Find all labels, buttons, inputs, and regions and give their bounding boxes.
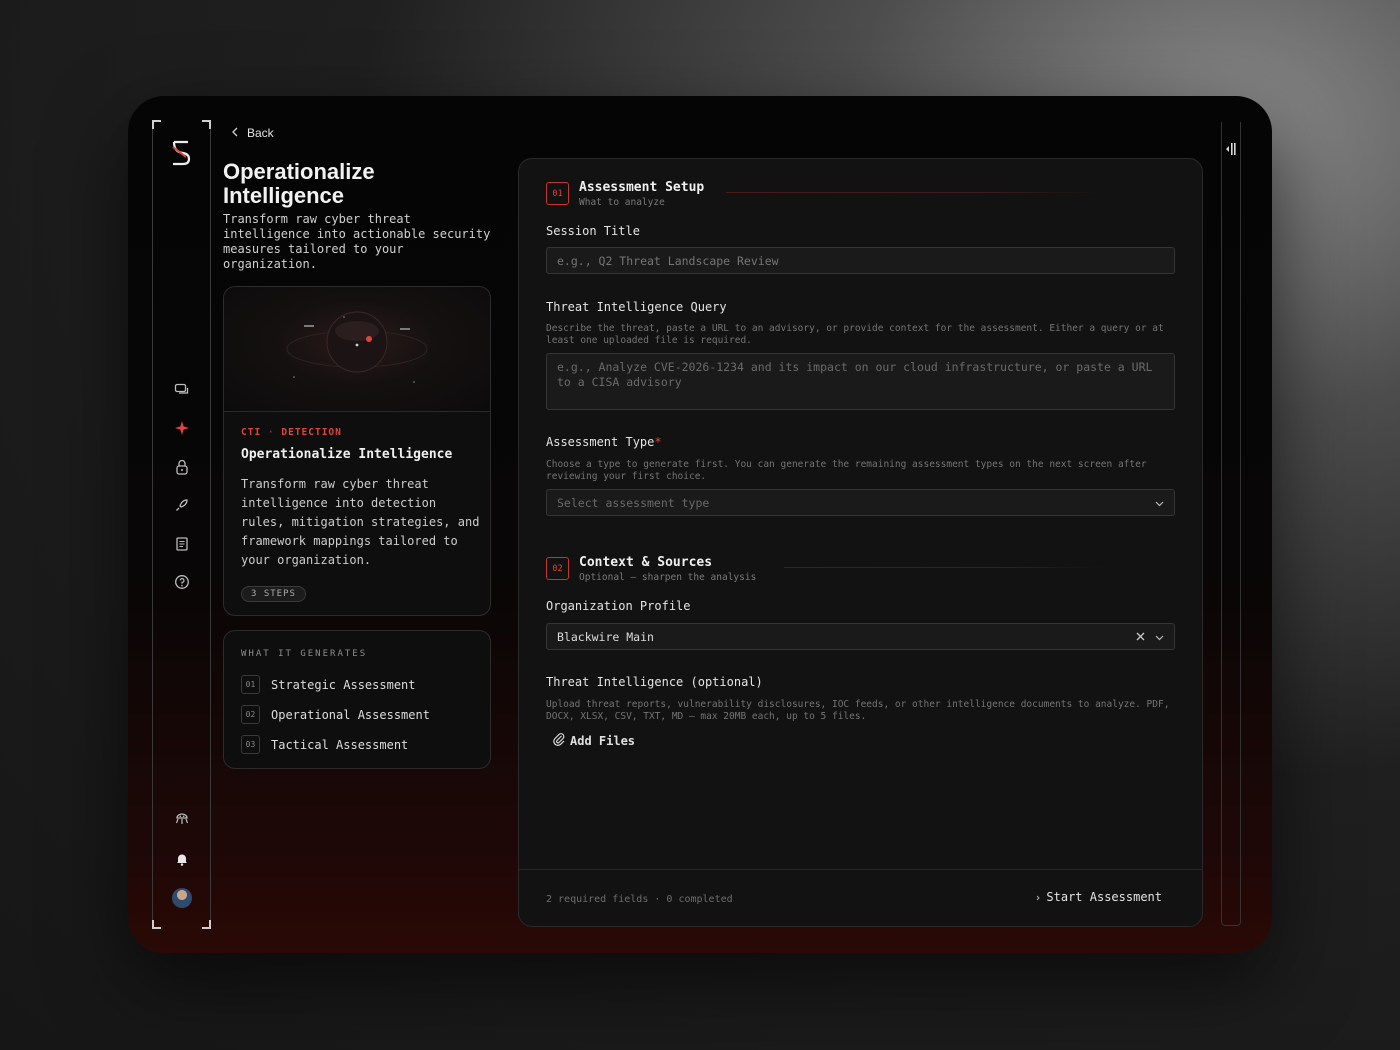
section-title: Assessment Setup	[579, 180, 705, 195]
module-tag: CTI · DETECTION	[241, 427, 342, 438]
generates-item: 03 Tactical Assessment	[241, 735, 408, 754]
help-icon[interactable]	[172, 572, 192, 592]
back-label: Back	[247, 126, 274, 140]
session-title-label: Session Title	[546, 224, 640, 238]
page-title: Operationalize Intelligence	[223, 159, 375, 208]
form-status: 2 required fields · 0 completed	[546, 894, 733, 905]
start-assessment-button[interactable]: Start Assessment	[1036, 890, 1162, 904]
document-icon[interactable]	[172, 534, 192, 554]
sparkle-icon[interactable]	[172, 418, 192, 438]
threat-query-help: Describe the threat, paste a URL to an a…	[546, 323, 1164, 346]
assessment-form: 01 Assessment Setup What to analyze Sess…	[518, 158, 1203, 927]
assessment-type-select[interactable]: Select assessment type	[546, 489, 1175, 516]
threat-files-label: Threat Intelligence (optional)	[546, 675, 763, 689]
generates-heading: WHAT IT GENERATES	[241, 649, 368, 659]
section-divider	[726, 192, 1106, 193]
section-divider	[784, 567, 1106, 568]
generates-card: WHAT IT GENERATES 01 Strategic Assessmen…	[223, 630, 491, 769]
sidebar-rail	[152, 120, 211, 929]
assessment-type-label: Assessment Type*	[546, 435, 662, 449]
bell-icon[interactable]	[172, 849, 192, 869]
alien-icon[interactable]	[172, 808, 192, 828]
section-subtitle: Optional — sharpen the analysis	[579, 572, 757, 583]
back-link[interactable]: Back	[231, 126, 274, 140]
assessment-type-help: Choose a type to generate first. You can…	[546, 459, 1147, 482]
section-number: 01	[546, 182, 569, 205]
chevron-down-icon	[1155, 496, 1164, 510]
section-title: Context & Sources	[579, 555, 713, 570]
form-footer: 2 required fields · 0 completed Start As…	[519, 869, 1202, 926]
threat-files-help: Upload threat reports, vulnerability dis…	[546, 699, 1170, 722]
panel-toggle-icon[interactable]	[1221, 122, 1241, 176]
collapsed-side-panel	[1221, 122, 1241, 926]
org-profile-select[interactable]: Blackwire Main	[546, 623, 1175, 650]
chevron-left-icon	[231, 126, 239, 140]
generates-item: 01 Strategic Assessment	[241, 675, 416, 694]
lock-icon[interactable]	[172, 457, 192, 477]
page-description: Transform raw cyber threat intelligence …	[223, 212, 491, 271]
clear-icon[interactable]	[1136, 630, 1145, 644]
module-description: Transform raw cyber threat intelligence …	[241, 477, 480, 567]
paperclip-icon	[552, 732, 566, 749]
threat-query-label: Threat Intelligence Query	[546, 300, 727, 314]
module-title: Operationalize Intelligence	[241, 447, 453, 462]
avatar[interactable]	[172, 888, 192, 908]
threat-query-textarea[interactable]: e.g., Analyze CVE-2026-1234 and its impa…	[546, 353, 1175, 410]
add-files-button[interactable]: Add Files	[552, 732, 635, 749]
module-hero-image	[224, 287, 490, 412]
rocket-icon[interactable]	[172, 495, 192, 515]
section-number: 02	[546, 557, 569, 580]
org-profile-label: Organization Profile	[546, 599, 691, 613]
session-title-input[interactable]	[546, 247, 1175, 274]
logo-icon[interactable]	[169, 138, 195, 168]
section-subtitle: What to analyze	[579, 197, 665, 208]
steps-badge: 3 STEPS	[241, 586, 306, 602]
chevron-right-icon	[1036, 890, 1041, 904]
app-window: Back Operationalize Intelligence Transfo…	[128, 96, 1272, 953]
chevron-down-icon	[1155, 630, 1164, 644]
generates-item: 02 Operational Assessment	[241, 705, 430, 724]
chat-icon[interactable]	[172, 380, 192, 400]
module-card: CTI · DETECTION Operationalize Intellige…	[223, 286, 491, 616]
